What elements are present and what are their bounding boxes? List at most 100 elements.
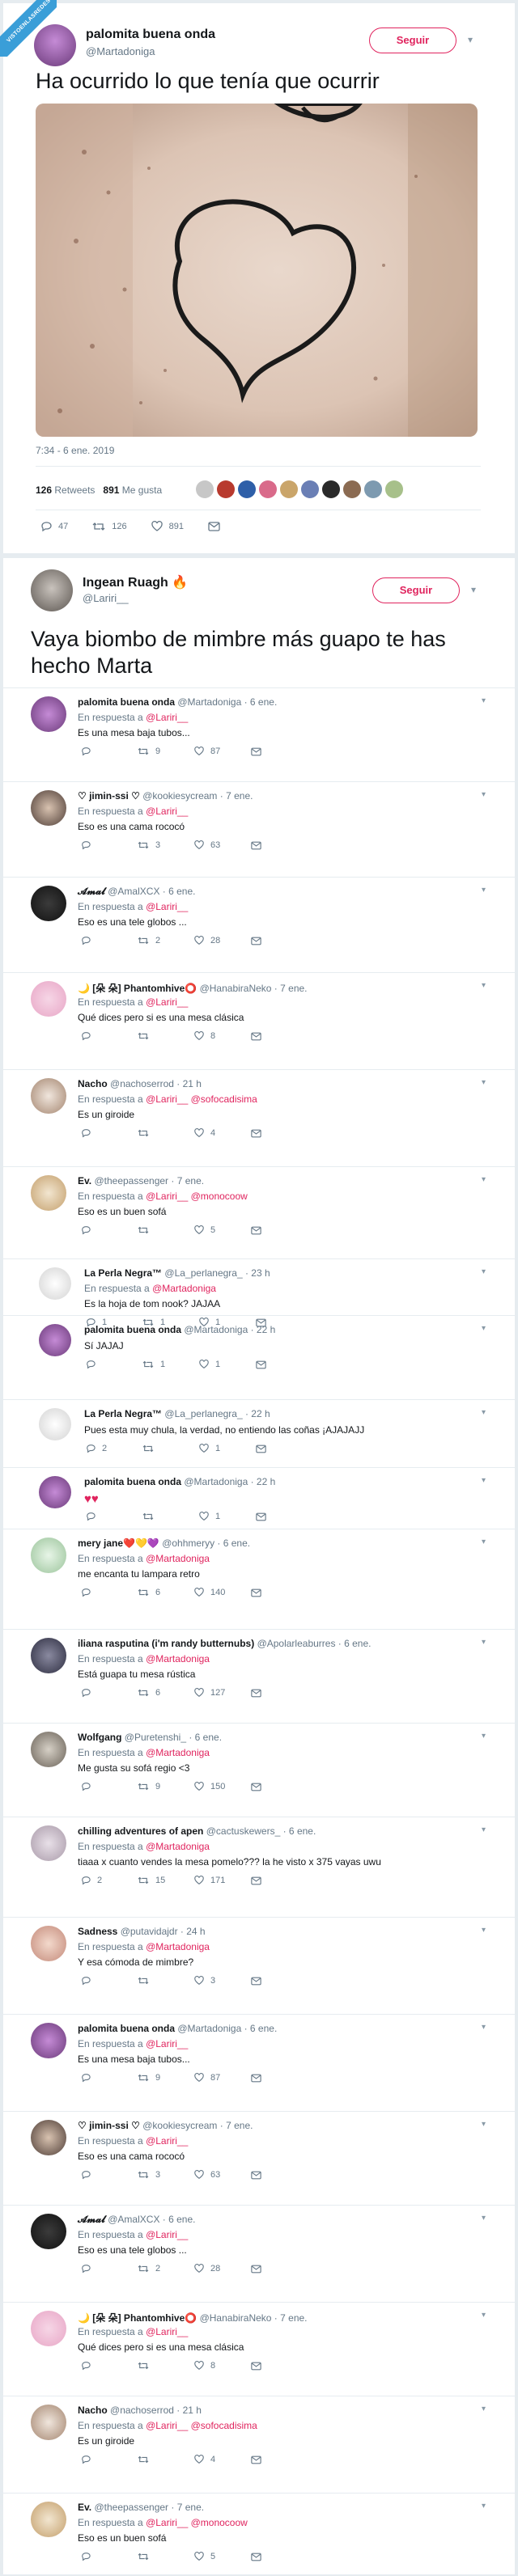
reply-tweet[interactable]: La Perla Negra™ @La_perlanegra_ · 22 h ▾ P… xyxy=(3,1399,515,1467)
message-button[interactable] xyxy=(251,936,308,945)
avatar[interactable] xyxy=(31,2311,66,2346)
reply-author-name[interactable]: 🌙 [朵 朵] Phantomhive⭕ xyxy=(78,2312,197,2324)
retweet-button[interactable] xyxy=(138,1031,194,1041)
chevron-down-icon[interactable]: ▾ xyxy=(482,1324,486,1333)
avatar[interactable] xyxy=(31,1638,66,1673)
reply-button[interactable] xyxy=(81,1128,138,1138)
likes-label[interactable]: Me gusta xyxy=(122,484,162,496)
message-button[interactable] xyxy=(251,2552,308,2561)
reply-tweet[interactable]: La Perla Negra™ @La_perlanegra_ · 23 h ▾ E… xyxy=(3,1258,515,1327)
message-button[interactable] xyxy=(251,1128,308,1138)
reply-author-handle[interactable]: @theepassenger · 7 ene. xyxy=(94,2502,204,2513)
like-button[interactable]: 140 xyxy=(194,1588,251,1597)
reply-button[interactable] xyxy=(81,1225,138,1235)
reply-to-handle[interactable]: @Lariri__ xyxy=(146,806,188,817)
retweet-button[interactable] xyxy=(142,1444,199,1453)
chevron-down-icon[interactable]: ▾ xyxy=(482,1638,486,1647)
like-button[interactable]: 1 xyxy=(199,1360,256,1369)
reply-author-name[interactable]: Ev. xyxy=(78,1175,91,1186)
chevron-down-icon[interactable]: ▾ xyxy=(471,584,476,595)
retweet-button[interactable]: 3 xyxy=(138,2170,194,2180)
reply-tweet[interactable]: 🌙 [朵 朵] Phantomhive⭕ @HanabiraNeko · 7 e… xyxy=(3,2302,515,2396)
reply-author-handle[interactable]: @Martadoniga · 6 ene. xyxy=(177,2023,277,2034)
reply-author-name[interactable]: Wolfgang xyxy=(78,1732,121,1743)
retweet-button[interactable]: 9 xyxy=(138,2073,194,2083)
avatar[interactable] xyxy=(31,1175,66,1211)
reply-author-handle[interactable]: @AmalXCX · 6 ene. xyxy=(108,886,195,897)
reply-tweet[interactable]: ♡ jimin-ssi ♡ @kookiesycream · 7 ene. ▾ En… xyxy=(3,2111,515,2205)
like-button[interactable]: 87 xyxy=(194,2073,251,2083)
like-button[interactable]: 127 xyxy=(194,1688,251,1698)
avatar[interactable] xyxy=(39,1267,71,1300)
reply-tweet[interactable]: iliana rasputina (i'm randy butternubs) … xyxy=(3,1629,515,1723)
chevron-down-icon[interactable]: ▾ xyxy=(482,2405,486,2413)
message-button[interactable] xyxy=(251,840,308,850)
avatar[interactable] xyxy=(322,480,340,498)
retweet-button[interactable] xyxy=(138,1225,194,1235)
chevron-down-icon[interactable]: ▾ xyxy=(482,1825,486,1834)
like-button[interactable]: 8 xyxy=(194,1031,251,1041)
reply-author-name[interactable]: iliana rasputina (i'm randy butternubs) xyxy=(78,1638,254,1649)
reply-author-name[interactable]: palomita buena onda xyxy=(78,696,175,708)
message-button[interactable] xyxy=(256,1512,312,1521)
avatar[interactable] xyxy=(31,569,73,611)
reply-author-name[interactable]: 𝓐𝓶𝓪𝓵 xyxy=(78,886,105,897)
like-button[interactable]: 5 xyxy=(194,1225,251,1235)
reply-author-handle[interactable]: @nachoserrod · 21 h xyxy=(110,1078,202,1089)
retweet-button[interactable]: 9 xyxy=(138,747,194,756)
message-button[interactable] xyxy=(208,522,220,531)
retweet-button[interactable]: 9 xyxy=(138,1782,194,1791)
avatar[interactable] xyxy=(31,2120,66,2155)
chevron-down-icon[interactable]: ▾ xyxy=(482,1538,486,1546)
reply-author-name[interactable]: ♡ jimin-ssi ♡ xyxy=(78,2120,140,2131)
reply-author-handle[interactable]: @putavidajdr · 24 h xyxy=(121,1926,206,1937)
like-button[interactable]: 63 xyxy=(194,2170,251,2180)
reply-author-name[interactable]: La Perla Negra™ xyxy=(84,1408,162,1419)
reply-author-handle[interactable]: @nachoserrod · 21 h xyxy=(110,2405,202,2416)
avatar[interactable] xyxy=(217,480,235,498)
reply-button[interactable] xyxy=(81,1688,138,1698)
reply-tweet[interactable]: 𝓐𝓶𝓪𝓵 @AmalXCX · 6 ene. ▾ En respuesta a @L… xyxy=(3,2205,515,2302)
avatar[interactable] xyxy=(31,886,66,921)
reply-author-name[interactable]: Sadness xyxy=(78,1926,117,1937)
reply-to-handle-2[interactable]: @monocoow xyxy=(191,2517,248,2528)
reply-author-handle[interactable]: @Puretenshi_ · 6 ene. xyxy=(125,1732,222,1743)
reply-author-name[interactable]: chilling adventures of apen xyxy=(78,1825,203,1837)
reply-author-handle[interactable]: @La_perlanegra_ · 22 h xyxy=(164,1408,270,1419)
reply-button[interactable] xyxy=(81,936,138,945)
retweet-button[interactable] xyxy=(138,1976,194,1986)
message-button[interactable] xyxy=(251,1031,308,1041)
avatar[interactable] xyxy=(31,2405,66,2440)
like-button[interactable]: 171 xyxy=(194,1876,251,1885)
retweet-button[interactable] xyxy=(138,2455,194,2464)
reply-author-name[interactable]: 🌙 [朵 朵] Phantomhive⭕ xyxy=(78,983,197,994)
author-handle[interactable]: @Martadoniga xyxy=(86,45,155,57)
reply-author-handle[interactable]: @Martadoniga · 6 ene. xyxy=(177,696,277,708)
reply-author-name[interactable]: palomita buena onda xyxy=(78,2023,175,2034)
reply-to-handle[interactable]: @Lariri__ xyxy=(146,2038,188,2049)
chevron-down-icon[interactable]: ▾ xyxy=(482,1476,486,1485)
avatar[interactable] xyxy=(301,480,319,498)
reply-to-handle[interactable]: @Lariri__ xyxy=(146,2420,188,2431)
retweet-button[interactable]: 3 xyxy=(138,840,194,850)
avatar[interactable] xyxy=(39,1408,71,1440)
reply-button[interactable] xyxy=(81,2170,138,2180)
reply-author-name[interactable]: palomita buena onda xyxy=(84,1324,181,1335)
reply-to-handle[interactable]: @Lariri__ xyxy=(146,1191,188,1202)
reply-button[interactable] xyxy=(81,2552,138,2561)
message-button[interactable] xyxy=(251,2170,308,2180)
avatar[interactable] xyxy=(39,1324,71,1356)
avatar[interactable] xyxy=(31,2023,66,2058)
reply-author-handle[interactable]: @HanabiraNeko · 7 ene. xyxy=(200,2312,308,2324)
message-button[interactable] xyxy=(251,2073,308,2083)
reply-author-name[interactable]: Nacho xyxy=(78,2405,108,2416)
avatar[interactable] xyxy=(31,1825,66,1861)
chevron-down-icon[interactable]: ▾ xyxy=(482,2023,486,2032)
avatar[interactable] xyxy=(31,790,66,826)
chevron-down-icon[interactable]: ▾ xyxy=(482,2120,486,2129)
reply-author-name[interactable]: palomita buena onda xyxy=(84,1476,181,1487)
reply-author-handle[interactable]: @AmalXCX · 6 ene. xyxy=(108,2214,195,2225)
retweet-button[interactable]: 2 xyxy=(138,2264,194,2274)
chevron-down-icon[interactable]: ▾ xyxy=(482,1267,486,1276)
reply-tweet[interactable]: Nacho @nachoserrod · 21 h ▾ En respuesta a… xyxy=(3,1069,515,1166)
